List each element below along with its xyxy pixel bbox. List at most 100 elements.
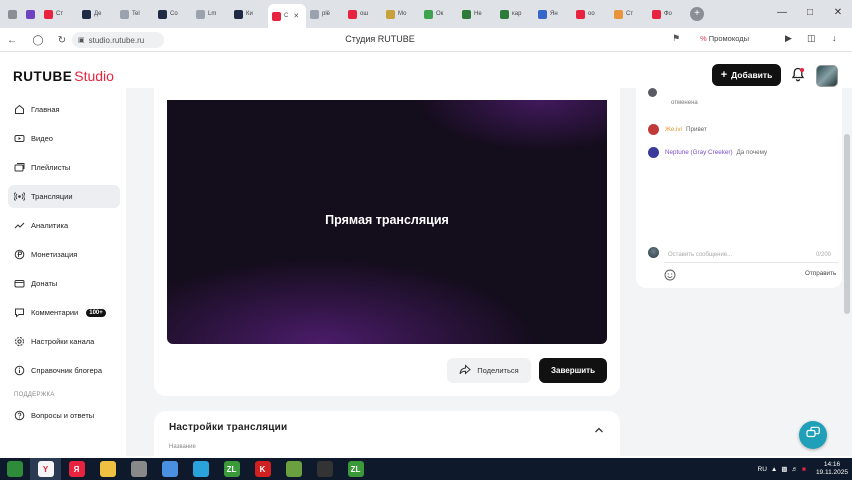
video-player[interactable]: Прямая трансляция — [167, 100, 607, 344]
chat-message-body: Neptune (Gray Creeker) Да почему — [665, 149, 767, 156]
sidebar-item-playlists[interactable]: Плейлисты — [8, 156, 120, 179]
share-icon — [459, 364, 472, 377]
yandex-browser-icon: Y — [37, 461, 54, 477]
clock-time: 14:16 — [823, 461, 841, 468]
playlist-icon — [14, 162, 25, 173]
browser-tab[interactable]: кар — [496, 3, 534, 25]
tab-favicon-icon — [538, 9, 547, 19]
chat-avatar[interactable] — [648, 124, 659, 135]
browser-tab[interactable]: оо — [572, 3, 610, 25]
chat-username[interactable]: Же,ivi — [665, 126, 682, 133]
browser-tab[interactable]: Фо — [648, 3, 686, 25]
taskbar-app[interactable]: ZL — [340, 458, 371, 480]
browser-tab[interactable] — [4, 3, 22, 25]
page-scrollbar[interactable] — [844, 134, 850, 314]
taskbar-app[interactable] — [0, 458, 30, 480]
chat-message-text: Привет — [685, 126, 707, 133]
taskbar-app[interactable]: ZL — [216, 458, 247, 480]
sidebar-item-monetization[interactable]: Монетизация — [8, 243, 120, 266]
sidebar-item-comments[interactable]: Комментарии 100+ — [8, 301, 120, 324]
tab-close-icon[interactable]: ✕ — [293, 12, 299, 20]
send-message-button[interactable]: Отправить — [805, 270, 836, 277]
support-chat-button[interactable] — [799, 421, 827, 449]
network-icon[interactable]: ▩ — [781, 465, 787, 473]
sidebar-item-label: Плейлисты — [31, 163, 71, 172]
chat-message-input[interactable]: Оставить сообщение... — [664, 247, 838, 263]
sidebar-item-blogger-guide[interactable]: Справочник блогера — [8, 359, 120, 382]
browser-tab[interactable]: Ки — [230, 3, 268, 25]
tab-favicon-icon — [652, 9, 661, 19]
chat-message: Же,ivi Привет — [648, 124, 707, 135]
emoji-icon[interactable] — [664, 268, 676, 286]
browser-tab[interactable]: Де — [78, 3, 116, 25]
browser-tab[interactable]: Tel — [116, 3, 154, 25]
taskbar-app[interactable]: Y — [30, 458, 61, 480]
minimize-icon[interactable]: — — [768, 0, 796, 24]
taskbar-app[interactable] — [123, 458, 154, 480]
taskbar-app[interactable]: K — [247, 458, 278, 480]
browser-tab-active[interactable]: С ✕ — [268, 4, 306, 28]
show-hidden-icons-icon[interactable]: ▲ — [771, 466, 777, 473]
analytics-icon — [14, 220, 25, 231]
taskbar-app[interactable] — [278, 458, 309, 480]
chat-username[interactable]: Neptune (Gray Creeker) — [665, 149, 733, 156]
browser-tab[interactable]: Lm — [192, 3, 230, 25]
browser-tab-strip: Ст Де Tel Со Lm Ки С ✕ plё ош Мо Ок Не кар Ян оо Ст Фо + — [0, 0, 852, 28]
browser-tab[interactable] — [22, 3, 40, 25]
browser-tab[interactable]: Мо — [382, 3, 420, 25]
sidebar-item-home[interactable]: Главная — [8, 98, 120, 121]
zl-icon: ZL — [223, 461, 240, 477]
sidebar-item-channel-settings[interactable]: Настройки канала — [8, 330, 120, 353]
address-bar: ← ◯ ↻ ▣ studio.rutube.ru Студия RUTUBE ⚑… — [0, 28, 852, 52]
taskbar-app[interactable] — [92, 458, 123, 480]
sidebar: Главная Видео Плейлисты Трансляции Анали… — [8, 98, 120, 433]
chat-avatar[interactable] — [648, 147, 659, 158]
close-window-icon[interactable]: ✕ — [824, 0, 852, 24]
promo-label: Промокоды — [708, 34, 749, 43]
add-button[interactable]: + Добавить — [712, 64, 781, 86]
tab-favicon-icon — [576, 9, 585, 19]
tab-favicon-icon — [158, 9, 167, 19]
sidebar-item-donations[interactable]: Донаты — [8, 272, 120, 295]
taskbar-app[interactable] — [185, 458, 216, 480]
sidebar-item-video[interactable]: Видео — [8, 127, 120, 150]
play-extension-icon[interactable]: ▶ — [785, 33, 792, 44]
browser-tab[interactable]: Ст — [40, 3, 78, 25]
browser-tab[interactable]: Ст — [610, 3, 648, 25]
avatar[interactable] — [816, 65, 838, 87]
browser-tab[interactable]: Не — [458, 3, 496, 25]
clock-date: 19.11.2025 — [815, 469, 848, 476]
clock[interactable]: 14:16 19.11.2025 — [816, 461, 848, 477]
language-indicator[interactable]: RU — [758, 466, 767, 473]
tray-app-icon[interactable]: ■ — [802, 466, 806, 473]
browser-tab[interactable]: Ок — [420, 3, 458, 25]
minecraft-icon — [285, 461, 302, 477]
tab-favicon-icon — [614, 9, 623, 19]
sidebar-item-analytics[interactable]: Аналитика — [8, 214, 120, 237]
bookmark-icon[interactable]: ⚑ — [672, 33, 680, 44]
promo-codes-button[interactable]: % Промокоды — [700, 34, 749, 43]
browser-tab[interactable]: Со — [154, 3, 192, 25]
share-button[interactable]: Поделиться — [447, 358, 531, 383]
browser-tab[interactable]: plё — [306, 3, 344, 25]
browser-tab[interactable]: Ян — [534, 3, 572, 25]
sidebar-item-faq[interactable]: Вопросы и ответы — [8, 404, 120, 427]
chrome-icon — [161, 461, 178, 477]
download-icon[interactable]: ↓ — [832, 33, 837, 43]
finish-broadcast-button[interactable]: Завершить — [539, 358, 607, 383]
extensions-icon[interactable]: ◫ — [807, 33, 816, 44]
tab-label: Lm — [208, 11, 217, 17]
sidebar-item-broadcasts[interactable]: Трансляции — [8, 185, 120, 208]
taskbar-app[interactable]: Я — [61, 458, 92, 480]
percent-icon: % — [700, 34, 707, 43]
new-tab-icon[interactable]: + — [690, 7, 704, 21]
taskbar-app[interactable] — [309, 458, 340, 480]
tab-label: Со — [170, 11, 178, 17]
bell-icon[interactable] — [791, 67, 805, 87]
taskbar-app[interactable] — [154, 458, 185, 480]
browser-tab[interactable]: ош — [344, 3, 382, 25]
chevron-up-icon[interactable] — [594, 421, 604, 439]
maximize-icon[interactable]: □ — [796, 0, 824, 24]
volume-icon[interactable]: ♬ — [792, 466, 799, 473]
rutube-studio-logo[interactable]: RUTUBE Studio — [13, 68, 114, 84]
